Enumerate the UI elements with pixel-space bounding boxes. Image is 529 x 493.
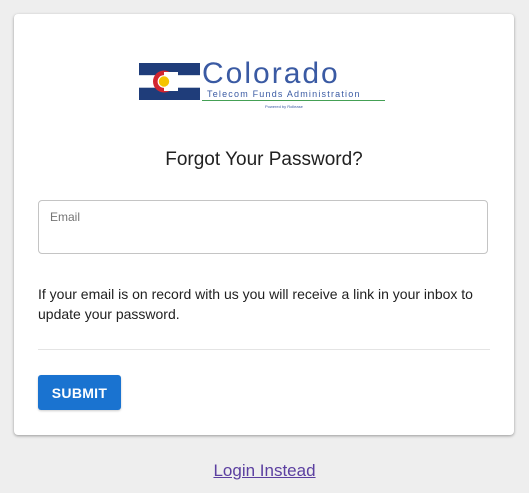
info-text: If your email is on record with us you w… [38, 286, 473, 322]
login-instead-link[interactable]: Login Instead [213, 461, 315, 480]
logo-wordmark: Colorado [202, 57, 340, 90]
colorado-flag-icon [139, 63, 200, 100]
email-label: Email [50, 210, 81, 224]
page-title: Forgot Your Password? [165, 149, 363, 170]
login-instead-container: Login Instead [0, 460, 529, 482]
divider [38, 349, 490, 350]
email-input[interactable] [49, 226, 477, 246]
email-field[interactable]: Email [38, 200, 488, 254]
logo-rule [202, 100, 385, 101]
colorado-logo: Colorado Telecom Funds Administration Po… [139, 57, 391, 118]
submit-button[interactable]: SUBMIT [38, 375, 121, 410]
logo-subtitle: Telecom Funds Administration [207, 89, 361, 99]
logo-powered-by: Powered by Rollease [265, 104, 303, 109]
forgot-password-card: Colorado Telecom Funds Administration Po… [14, 14, 514, 435]
